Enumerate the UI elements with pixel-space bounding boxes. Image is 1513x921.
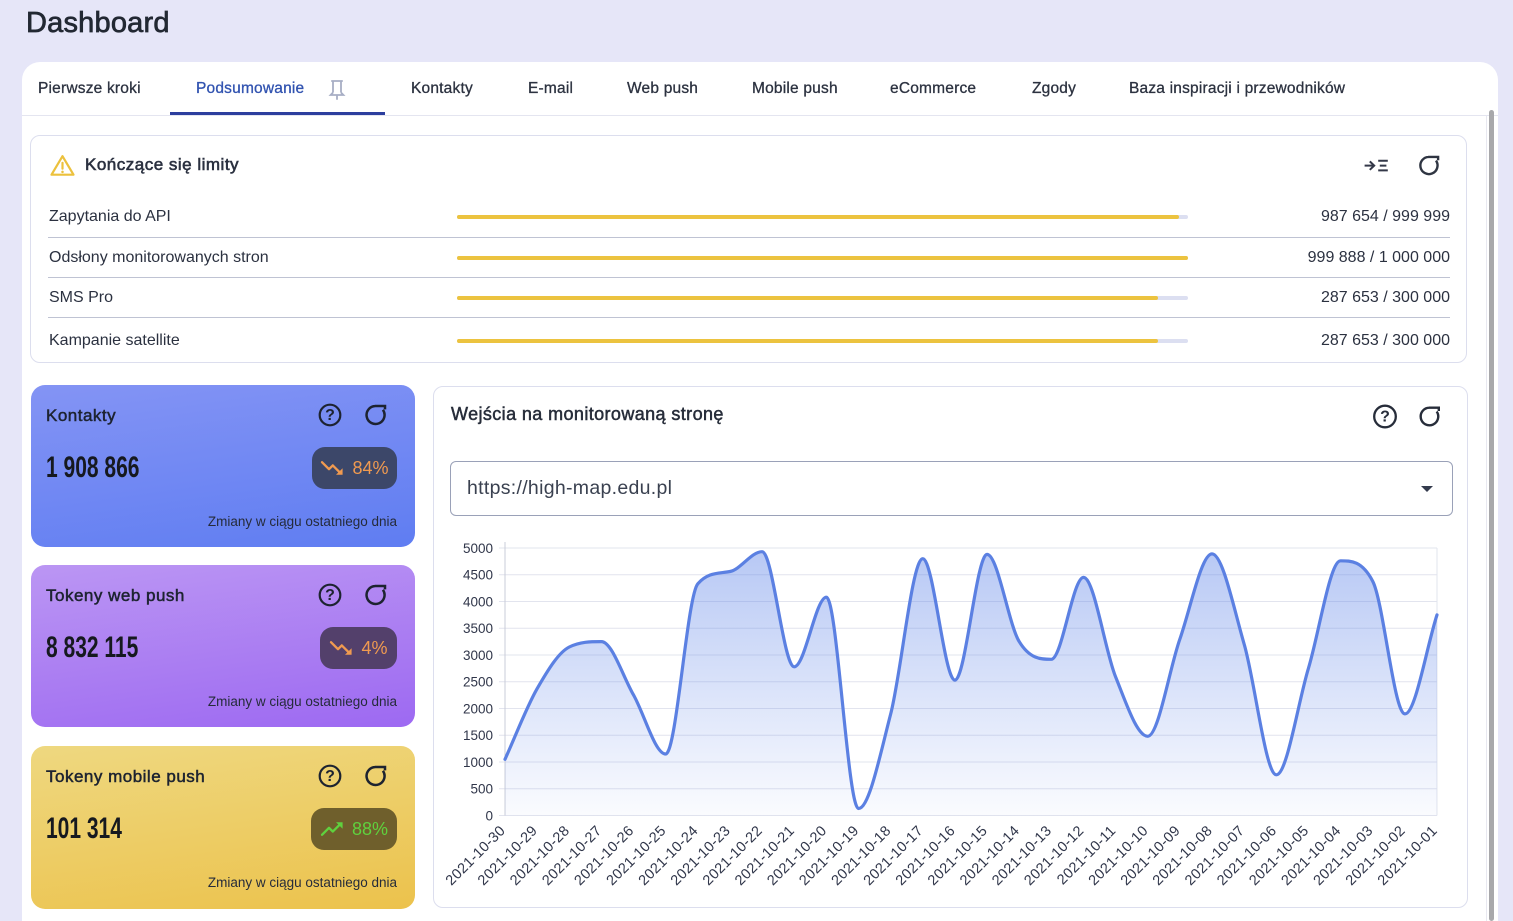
svg-text:2000: 2000 bbox=[463, 701, 493, 716]
svg-text:?: ? bbox=[325, 587, 335, 604]
svg-text:3000: 3000 bbox=[463, 648, 493, 663]
svg-text:1500: 1500 bbox=[463, 728, 493, 743]
svg-text:5000: 5000 bbox=[463, 541, 493, 556]
svg-text:4500: 4500 bbox=[463, 568, 493, 583]
svg-text:3500: 3500 bbox=[463, 621, 493, 636]
svg-text:?: ? bbox=[325, 768, 335, 785]
svg-text:?: ? bbox=[1380, 409, 1390, 426]
svg-text:0: 0 bbox=[485, 808, 493, 823]
svg-text:4000: 4000 bbox=[463, 594, 493, 609]
svg-text:500: 500 bbox=[470, 782, 493, 797]
svg-text:?: ? bbox=[325, 407, 335, 424]
svg-text:1000: 1000 bbox=[463, 755, 493, 770]
svg-text:2500: 2500 bbox=[463, 675, 493, 690]
